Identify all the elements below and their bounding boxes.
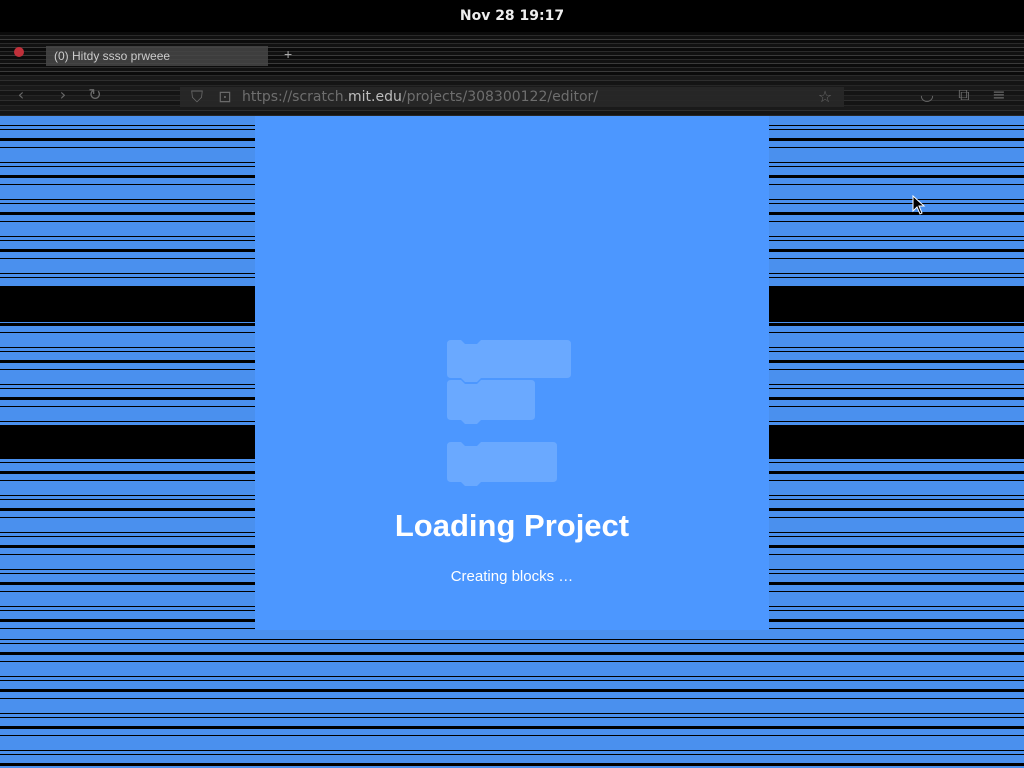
lock-icon[interactable]: ⊡ <box>216 88 234 106</box>
url-bar[interactable]: ⛉ ⊡ https://scratch.mit.edu/projects/308… <box>180 87 844 107</box>
back-arrow-icon[interactable]: ‹ <box>12 86 30 104</box>
loading-title: Loading Project <box>394 508 630 543</box>
page-background-bottom <box>0 630 1024 768</box>
extensions-icon[interactable]: ⧉ <box>955 86 973 104</box>
loading-screen: Loading Project Creating blocks … <box>255 116 769 630</box>
shield-icon[interactable]: ⛉ <box>188 88 206 106</box>
browser-tab-strip: (0) Hitdy ssso prweee + <box>0 32 1024 76</box>
browser-tab[interactable]: (0) Hitdy ssso prweee <box>46 46 268 66</box>
url-host: mit.edu <box>348 89 402 105</box>
url-path: /projects/308300122/editor/ <box>401 89 598 105</box>
blocks-stack-icon <box>447 340 571 486</box>
url-text[interactable]: https://scratch.mit.edu/projects/3083001… <box>242 87 598 107</box>
pocket-icon[interactable]: ◡ <box>918 86 936 104</box>
system-top-bar: Nov 28 19:17 <box>0 0 1024 32</box>
loading-status: Creating blocks … <box>450 568 574 585</box>
new-tab-button[interactable]: + <box>284 46 292 62</box>
tab-title: (0) Hitdy ssso prweee <box>54 49 171 63</box>
browser-nav-bar: ‹ › ↻ ⛉ ⊡ https://scratch.mit.edu/projec… <box>0 76 1024 116</box>
reload-icon[interactable]: ↻ <box>86 86 104 104</box>
url-prefix: https://scratch. <box>242 89 349 105</box>
star-icon[interactable]: ☆ <box>816 88 834 106</box>
forward-arrow-icon[interactable]: › <box>54 86 72 104</box>
clock[interactable]: Nov 28 19:17 <box>460 8 564 24</box>
hamburger-menu-icon[interactable]: ≡ <box>990 86 1008 104</box>
mouse-cursor-icon <box>912 195 926 215</box>
browser-app-icon[interactable] <box>14 47 24 57</box>
